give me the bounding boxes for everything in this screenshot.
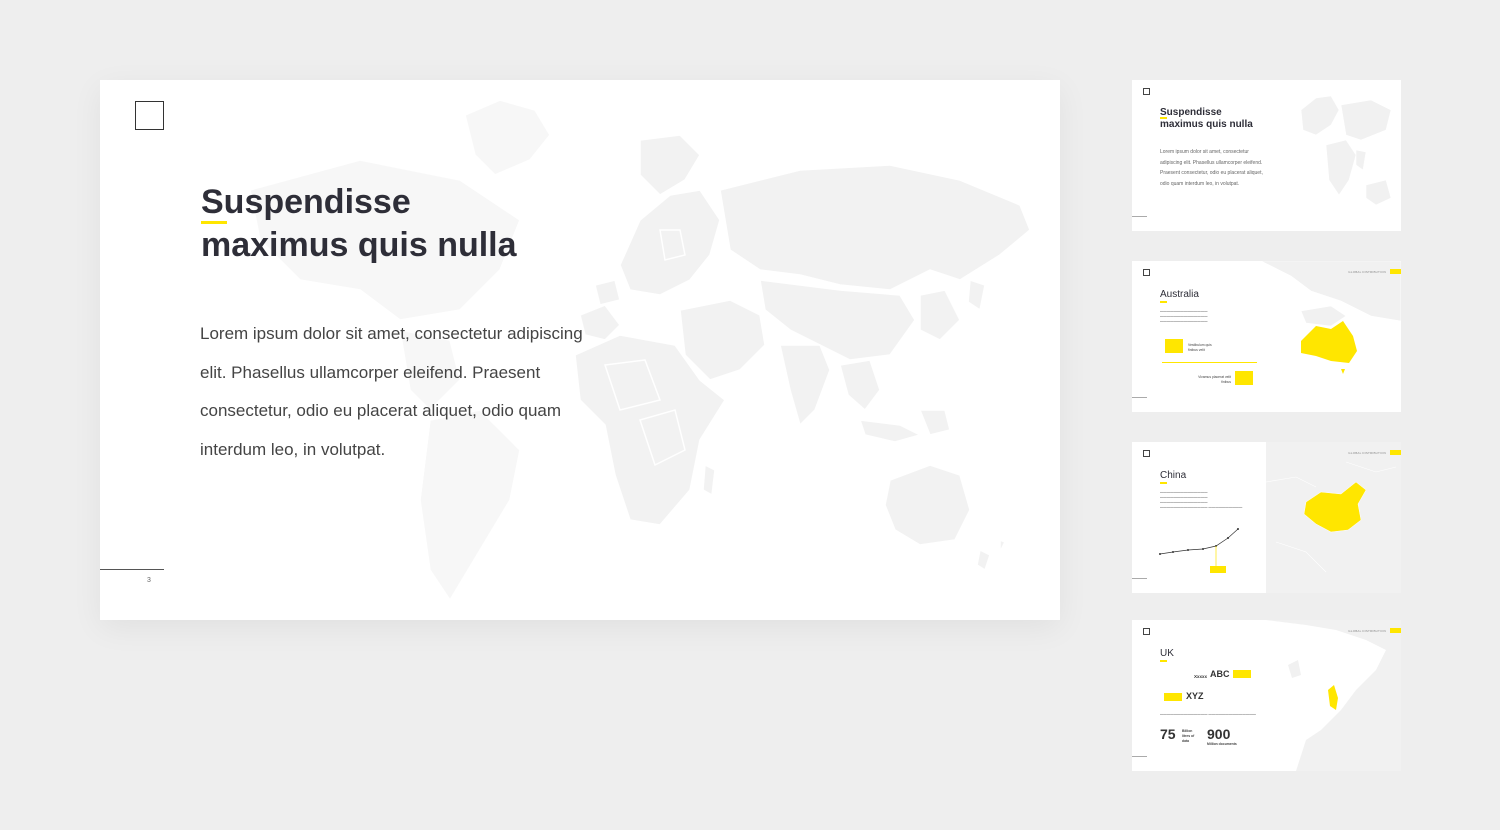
thumbnail-footer-divider (1132, 397, 1147, 398)
slide-title: Suspendisse maximus quis nulla (201, 181, 641, 267)
thumbnail-title-line2: maximus quis nulla (1160, 119, 1253, 130)
yellow-marker-box (1164, 693, 1182, 701)
thumbnail-logo-icon (1143, 628, 1150, 635)
connector-line (1162, 362, 1257, 363)
label-a: Vestibulum quis finibus velit (1188, 343, 1212, 352)
yellow-marker-box (1235, 371, 1253, 385)
title-accent-bar (201, 221, 227, 224)
australia-map (1261, 261, 1401, 374)
page-number: 3 (147, 577, 151, 584)
main-slide[interactable]: Suspendisse maximus quis nulla Lorem ips… (100, 80, 1060, 620)
slide-title-line1: Suspendisse (201, 183, 411, 221)
world-map-thumbnail (1300, 95, 1392, 206)
slide-title-line2: maximus quis nulla (201, 226, 517, 264)
thumbnail-slide-4[interactable]: GLOBAL DISTRIBUTION UK Xxxxx ABC XYZ ▬▬▬… (1132, 620, 1401, 771)
china-map (1266, 442, 1401, 593)
stat1-label: Billion litres of data (1182, 729, 1195, 743)
yellow-marker-box (1165, 339, 1183, 353)
label-b: Vivamus placerat velit finibus (1198, 375, 1231, 384)
thumbnail-slide-1[interactable]: Suspendisse maximus quis nulla Lorem ips… (1132, 80, 1401, 231)
thumbnail-filler-text: ▬▬▬▬▬▬▬▬▬▬▬▬▬▬ ▬▬▬▬▬▬▬▬▬▬▬▬▬▬ (1160, 712, 1256, 716)
stat2-value: 900 (1207, 726, 1231, 742)
yellow-marker-box (1210, 566, 1226, 573)
thumbnail-header-accent (1390, 628, 1401, 633)
stat2-label: Million documents (1207, 742, 1237, 746)
thumbnail-logo-icon (1143, 450, 1150, 457)
thumbnail-logo-icon (1143, 269, 1150, 276)
thumbnail-title-line1: Suspendisse (1160, 107, 1222, 118)
thumbnail-footer-divider (1132, 578, 1147, 579)
presentation-preview: Suspendisse maximus quis nulla Lorem ips… (0, 0, 1500, 830)
thumbnail-header-label: GLOBAL DISTRIBUTION (1348, 270, 1386, 274)
uk-map (1266, 620, 1401, 771)
thumbnail-title-accent (1160, 660, 1167, 662)
thumbnail-logo-icon (1143, 88, 1150, 95)
abc-label: ABC (1210, 669, 1230, 679)
thumbnail-slide-3[interactable]: GLOBAL DISTRIBUTION China ▬▬▬▬▬▬▬▬▬▬▬▬▬▬… (1132, 442, 1401, 593)
thumbnail-filler-text: ▬▬▬▬▬▬▬▬▬▬▬▬▬▬ ▬▬▬▬▬▬▬▬▬▬▬▬▬▬ ▬▬▬▬▬▬▬▬▬▬… (1160, 309, 1208, 323)
thumbnail-header-accent (1390, 450, 1401, 455)
thumbnail-country-title: UK (1160, 648, 1174, 659)
thumbnail-header-label: GLOBAL DISTRIBUTION (1348, 451, 1386, 455)
thumbnail-footer-divider (1132, 756, 1147, 757)
yellow-marker-box (1233, 670, 1251, 678)
xyz-label: XYZ (1186, 691, 1204, 701)
thumbnail-filler-text: ▬▬▬▬▬▬▬▬▬▬▬▬▬▬ ▬▬▬▬▬▬▬▬▬▬▬▬▬▬ ▬▬▬▬▬▬▬▬▬▬… (1160, 490, 1243, 509)
stat1-value: 75 (1160, 726, 1176, 742)
thumbnail-country-title: China (1160, 470, 1187, 481)
thumbnail-body-text: Lorem ipsum dolor sit amet, consectetur … (1160, 149, 1263, 187)
footer-divider (100, 569, 164, 570)
thumbnail-title-accent (1160, 301, 1167, 303)
thumbnail-slide-2[interactable]: GLOBAL DISTRIBUTION Australia ▬▬▬▬▬▬▬▬▬▬… (1132, 261, 1401, 412)
thumbnail-title: Suspendisse maximus quis nulla (1160, 107, 1253, 131)
thumbnail-title-accent (1160, 482, 1167, 484)
thumbnail-title-accent (1160, 117, 1167, 119)
thumbnail-header-label: GLOBAL DISTRIBUTION (1348, 629, 1386, 633)
thumbnail-footer-divider (1132, 216, 1147, 217)
code-label: Xxxxx (1194, 674, 1208, 679)
thumbnail-country-title: Australia (1160, 289, 1199, 300)
thumbnail-header-accent (1390, 269, 1401, 274)
square-logo-icon (135, 101, 164, 130)
slide-body-text: Lorem ipsum dolor sit amet, consectetur … (200, 324, 583, 459)
